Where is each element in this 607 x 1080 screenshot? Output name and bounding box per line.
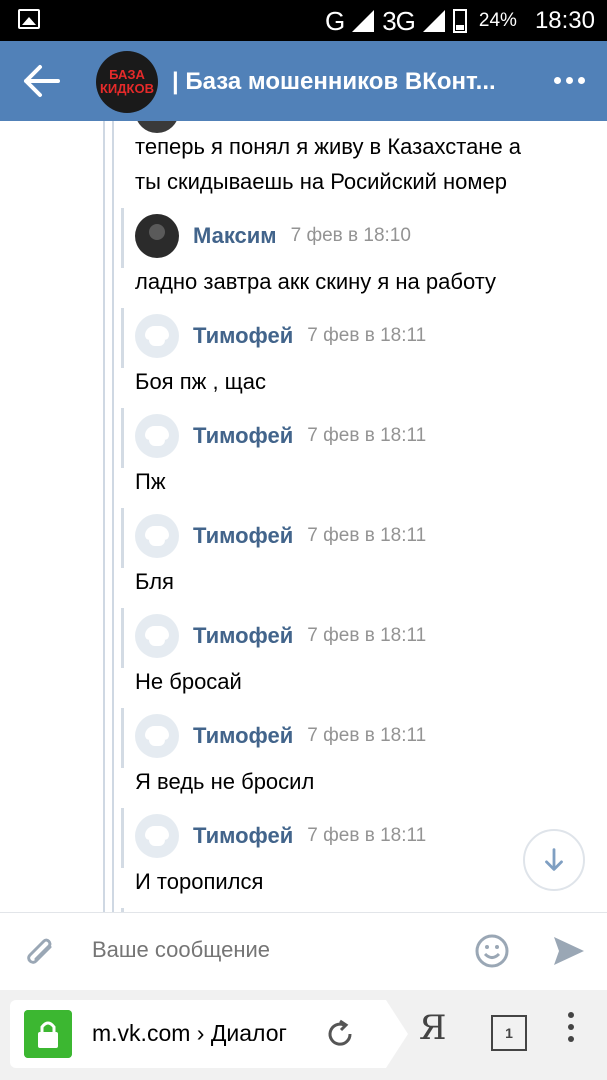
signal-icon (352, 10, 375, 32)
message-input[interactable] (92, 937, 452, 963)
back-arrow-icon[interactable] (22, 63, 62, 99)
message-header: Тимофей 7 фев в 18:11 (135, 414, 426, 458)
message-indicator (121, 608, 124, 668)
message-text: Боя пж , щас (135, 369, 267, 394)
network-type-2: 3G (382, 5, 416, 36)
sender-name[interactable]: Тимофей (193, 323, 293, 349)
sender-name[interactable]: Тимофей (193, 823, 293, 849)
avatar[interactable] (135, 214, 179, 258)
browser-menu-icon[interactable] (568, 1012, 574, 1042)
message-header: Тимофей 7 фев в 18:11 (135, 814, 426, 858)
status-bar: G 3G 24% 18:30 (0, 0, 607, 41)
message-text: ты скидываешь на Росийский номер (135, 169, 508, 194)
avatar[interactable] (135, 714, 179, 758)
message-text: Не бросай (135, 669, 242, 694)
avatar[interactable] (135, 614, 179, 658)
message-indicator (121, 208, 124, 268)
message-header: Тимофей 7 фев в 18:11 (135, 614, 426, 658)
sender-name[interactable]: Тимофей (193, 523, 293, 549)
message-indicator (121, 808, 124, 868)
message-header: Тимофей 7 фев в 18:11 (135, 314, 426, 358)
lock-icon (24, 1010, 72, 1058)
status-icons: G 3G 24% 18:30 (325, 6, 595, 36)
url-text[interactable]: m.vk.com › Диалог (92, 1020, 310, 1047)
browser-toolbar: m.vk.com › Диалог Я 1 (0, 990, 607, 1080)
message-composer (0, 912, 607, 990)
group-avatar[interactable]: БАЗА КИДКОВ (96, 51, 158, 113)
message-text: ладно завтра акк скину я на работу (135, 269, 497, 294)
battery-percent: 24% (478, 10, 517, 31)
gallery-icon (18, 9, 40, 29)
sender-name[interactable]: Тимофей (193, 723, 293, 749)
battery-icon (452, 9, 467, 33)
message-indicator (121, 708, 124, 768)
more-options-icon[interactable] (554, 77, 585, 84)
message-header: Тимофей 7 фев в 18:11 (135, 514, 426, 558)
scroll-down-button[interactable] (523, 829, 585, 891)
message-text: Пж (135, 469, 166, 494)
emoji-icon[interactable] (474, 933, 510, 969)
yandex-icon[interactable]: Я (419, 1008, 446, 1048)
message-time: 7 фев в 18:11 (307, 525, 427, 546)
avatar[interactable] (135, 314, 179, 358)
paperclip-icon[interactable] (22, 933, 58, 973)
message-text: Я ведь не бросил (135, 769, 315, 794)
message-indicator (121, 508, 124, 568)
chat-title[interactable]: | База мошенников ВКонт... (172, 68, 532, 96)
message-text: И торопился (135, 869, 264, 894)
message-time: 7 фев в 18:11 (307, 825, 427, 846)
message-time: 7 фев в 18:10 (290, 225, 411, 246)
message-time: 7 фев в 18:11 (307, 725, 427, 746)
avatar[interactable] (135, 814, 179, 858)
message-indicator (121, 408, 124, 468)
avatar[interactable] (135, 514, 179, 558)
message-header: Максим 7 фев в 18:10 (135, 214, 411, 258)
tabs-button[interactable]: 1 (491, 1015, 527, 1051)
message-list[interactable]: теперь я понял я живу в Казахстане а ты с… (0, 121, 607, 912)
address-bar[interactable]: m.vk.com › Диалог (10, 1000, 408, 1068)
chat-header: БАЗА КИДКОВ | База мошенников ВКонт... (0, 41, 607, 121)
message-header: Тимофей 7 фев в 18:11 (135, 714, 426, 758)
message-text: Бля (135, 569, 174, 594)
message-indicator (121, 308, 124, 368)
message-time: 7 фев в 18:11 (307, 625, 427, 646)
sender-name[interactable]: Максим (193, 223, 277, 249)
clock: 18:30 (534, 7, 595, 34)
sender-name[interactable]: Тимофей (193, 623, 293, 649)
message-time: 7 фев в 18:11 (307, 425, 427, 446)
signal-icon-2 (422, 10, 445, 32)
message-time: 7 фев в 18:11 (307, 325, 427, 346)
network-type: G (324, 5, 345, 36)
sender-name[interactable]: Тимофей (193, 423, 293, 449)
send-icon[interactable] (551, 933, 587, 969)
message-text: теперь я понял я живу в Казахстане а (135, 134, 522, 159)
forward-line-inner (112, 121, 114, 912)
forward-line (103, 121, 105, 912)
reload-icon[interactable] (324, 1018, 356, 1050)
group-avatar-text: БАЗА КИДКОВ (100, 67, 154, 96)
avatar[interactable] (135, 414, 179, 458)
